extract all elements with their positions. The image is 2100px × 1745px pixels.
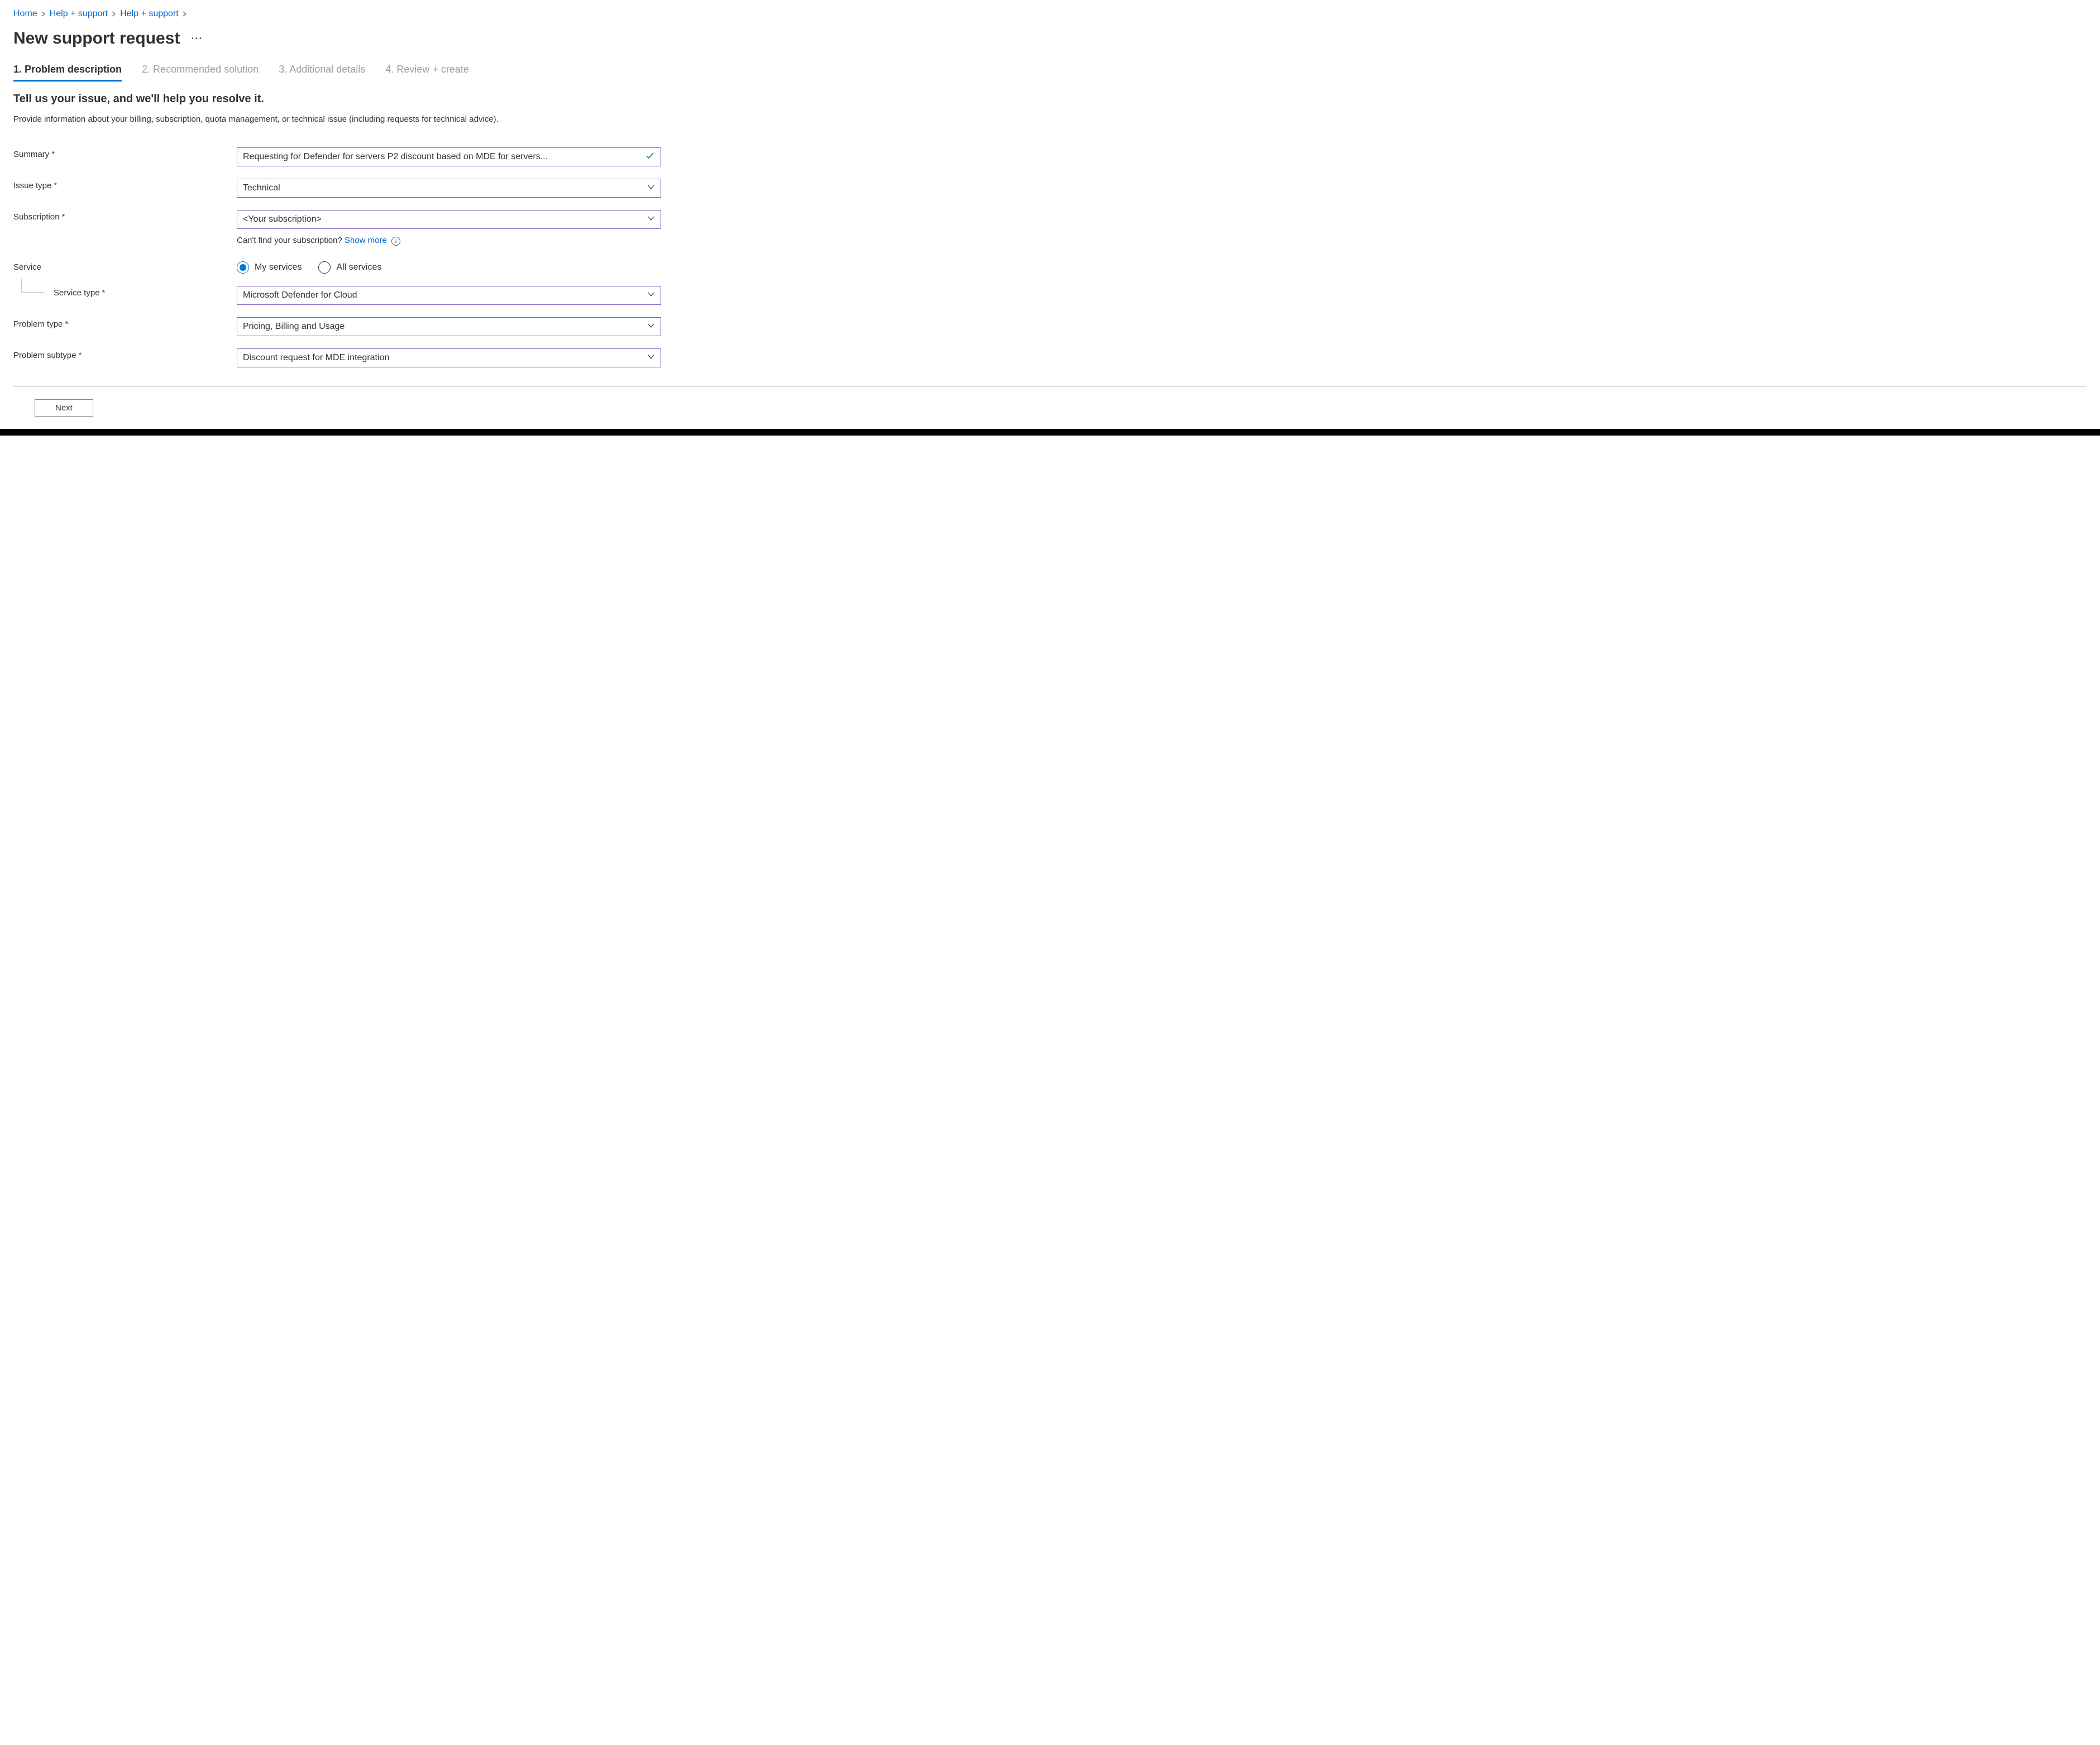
chevron-down-icon bbox=[647, 183, 655, 194]
chevron-down-icon bbox=[647, 353, 655, 364]
tree-elbow-icon bbox=[21, 279, 45, 293]
subscription-helper: Can't find your subscription? Show more … bbox=[237, 236, 661, 246]
service-label: Service bbox=[13, 260, 237, 274]
chevron-down-icon bbox=[647, 214, 655, 225]
subscription-label: Subscription* bbox=[13, 210, 237, 229]
tab-additional-details[interactable]: 3. Additional details bbox=[279, 64, 365, 82]
bottom-strip bbox=[0, 429, 2100, 436]
chevron-right-icon bbox=[111, 9, 117, 18]
info-icon[interactable]: i bbox=[391, 237, 400, 246]
breadcrumb-item-help-1[interactable]: Help + support bbox=[50, 9, 108, 19]
show-more-link[interactable]: Show more bbox=[345, 236, 387, 245]
more-actions-button[interactable]: ··· bbox=[191, 33, 203, 45]
radio-icon bbox=[318, 261, 331, 274]
section-title: Tell us your issue, and we'll help you r… bbox=[13, 93, 2087, 106]
problem-type-select[interactable]: Pricing, Billing and Usage bbox=[237, 317, 661, 336]
breadcrumb-item-home[interactable]: Home bbox=[13, 9, 37, 19]
subscription-select[interactable]: <Your subscription> bbox=[237, 210, 661, 229]
tab-review-create[interactable]: 4. Review + create bbox=[385, 64, 469, 82]
problem-subtype-select[interactable]: Discount request for MDE integration bbox=[237, 348, 661, 367]
breadcrumb-item-help-2[interactable]: Help + support bbox=[120, 9, 179, 19]
footer: Next bbox=[13, 386, 2087, 429]
checkmark-icon bbox=[645, 151, 655, 164]
chevron-right-icon bbox=[41, 9, 46, 18]
summary-label: Summary* bbox=[13, 147, 237, 166]
radio-all-services[interactable]: All services bbox=[318, 261, 381, 274]
breadcrumb: Home Help + support Help + support bbox=[13, 9, 2087, 19]
support-form: Summary* Requesting for Defender for ser… bbox=[13, 147, 661, 367]
chevron-right-icon bbox=[182, 9, 188, 18]
chevron-down-icon bbox=[647, 290, 655, 301]
issue-type-label: Issue type* bbox=[13, 179, 237, 198]
radio-my-services-label: My services bbox=[255, 262, 302, 272]
issue-type-select[interactable]: Technical bbox=[237, 179, 661, 198]
wizard-tabs: 1. Problem description 2. Recommended so… bbox=[13, 64, 2087, 82]
radio-icon bbox=[237, 261, 249, 274]
service-radio-group: My services All services bbox=[237, 260, 661, 274]
tab-problem-description[interactable]: 1. Problem description bbox=[13, 64, 122, 82]
service-type-label: Service type* bbox=[13, 286, 237, 305]
chevron-down-icon bbox=[647, 322, 655, 332]
radio-all-services-label: All services bbox=[336, 262, 381, 272]
service-type-select[interactable]: Microsoft Defender for Cloud bbox=[237, 286, 661, 305]
next-button[interactable]: Next bbox=[35, 399, 93, 417]
problem-subtype-label: Problem subtype* bbox=[13, 348, 237, 367]
radio-my-services[interactable]: My services bbox=[237, 261, 302, 274]
page-title: New support request ··· bbox=[13, 29, 2087, 48]
tab-recommended-solution[interactable]: 2. Recommended solution bbox=[142, 64, 259, 82]
summary-input[interactable]: Requesting for Defender for servers P2 d… bbox=[237, 147, 661, 166]
page-title-text: New support request bbox=[13, 29, 180, 48]
section-description: Provide information about your billing, … bbox=[13, 113, 639, 125]
problem-type-label: Problem type* bbox=[13, 317, 237, 336]
